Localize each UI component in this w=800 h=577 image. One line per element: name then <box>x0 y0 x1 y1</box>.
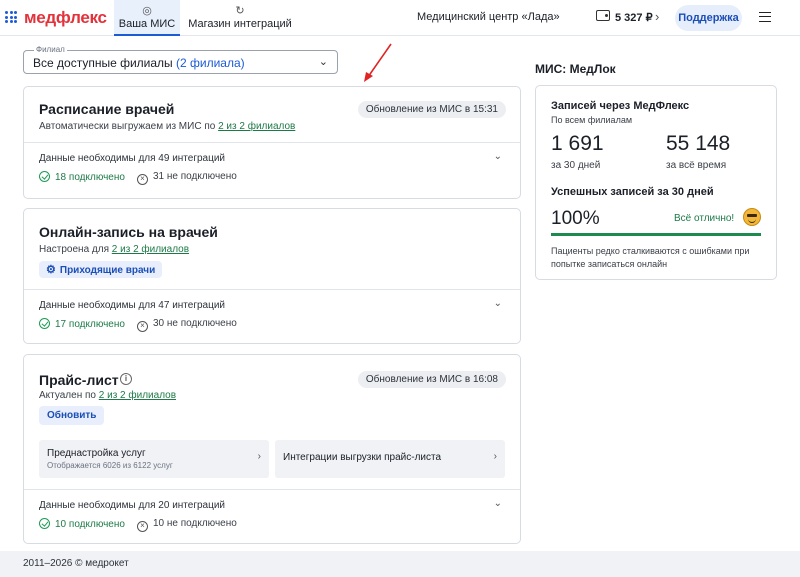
balance-value[interactable]: 5 327 ₽ <box>615 11 653 24</box>
branch-count: (2 филиала) <box>176 56 245 70</box>
chevron-down-icon[interactable]: ⌄ <box>494 298 502 309</box>
sub-card-title: Интеграции выгрузки прайс-листа <box>283 452 442 463</box>
connected-text: 10 подключено <box>55 519 125 530</box>
card-title: Онлайн-запись на врачей <box>39 224 218 240</box>
sub-card-title: Преднастройка услуг <box>47 448 146 459</box>
not-connected-text: 10 не подключено <box>153 518 237 529</box>
branch-value: Все доступные филиалы <box>33 56 173 70</box>
sub-card-subtitle: Отображается 6026 из 6122 услуг <box>47 461 173 470</box>
check-circle-icon <box>39 518 50 529</box>
divider <box>24 142 520 143</box>
gear-icon: ⚙ <box>46 264 56 276</box>
chevron-down-icon[interactable]: ⌄ <box>494 151 502 162</box>
mis-title: МИС: МедЛок <box>535 62 616 76</box>
support-button[interactable]: Поддержка <box>675 5 742 31</box>
top-header: медфлекс ◎ Ваша МИС ↻ Магазин интеграций… <box>0 0 800 36</box>
target-icon: ◎ <box>142 5 152 17</box>
refresh-button[interactable]: Обновить <box>39 406 105 425</box>
chevron-right-icon[interactable]: › <box>655 9 659 24</box>
service-presetup-card[interactable]: Преднастройка услуг Отображается 6026 из… <box>39 440 269 478</box>
branches-link[interactable]: 2 из 2 филиалов <box>218 121 295 132</box>
branches-link[interactable]: 2 из 2 филиалов <box>112 244 189 255</box>
x-circle-icon: × <box>137 321 148 332</box>
month-bookings-label: за 30 дней <box>551 160 601 171</box>
card-subtitle: Настроена для 2 из 2 филиалов <box>39 244 189 255</box>
footer: 2011–2026 © медрокет <box>0 551 800 577</box>
tab-integration-store[interactable]: ↻ Магазин интеграций <box>183 0 297 36</box>
total-bookings-label: за всё время <box>666 160 727 171</box>
tab-your-mis[interactable]: ◎ Ваша МИС <box>114 0 180 36</box>
connected-text: 17 подключено <box>55 319 125 330</box>
tab-label: Ваша МИС <box>118 18 176 30</box>
connected-text: 18 подключено <box>55 172 125 183</box>
connected-count: 17 подключено <box>39 318 125 330</box>
branch-select[interactable]: Все доступные филиалы (2 филиала) ⌄ <box>23 50 338 74</box>
update-badge: Обновление из МИС в 16:08 <box>357 371 506 388</box>
update-badge: Обновление из МИС в 15:31 <box>357 101 506 118</box>
integrations-needed: Данные необходимы для 49 интеграций <box>39 153 226 164</box>
connected-count: 10 подключено <box>39 518 125 530</box>
not-connected-count: × 10 не подключено <box>137 518 237 532</box>
success-heading: Успешных записей за 30 дней <box>551 186 714 198</box>
chevron-right-icon: › <box>493 451 497 462</box>
logo[interactable]: медфлекс <box>24 8 107 28</box>
integrations-needed: Данные необходимы для 47 интеграций <box>39 300 226 311</box>
cool-face-emoji-icon <box>743 208 761 226</box>
connected-count: 18 подключено <box>39 171 125 183</box>
apps-grid-icon[interactable] <box>5 11 17 23</box>
branch-label: Филиал <box>34 45 67 54</box>
x-circle-icon: × <box>137 174 148 185</box>
wallet-icon <box>596 10 610 21</box>
price-list-card: Прайс-лист i Обновление из МИС в 16:08 А… <box>23 354 521 544</box>
integrations-needed: Данные необходимы для 20 интеграций <box>39 500 226 511</box>
chevron-right-icon: › <box>257 451 261 462</box>
stats-heading: Записей через МедФлекс <box>551 100 690 112</box>
chevron-down-icon[interactable]: ⌄ <box>494 498 502 509</box>
divider <box>24 489 520 490</box>
booking-stats-card: Записей через МедФлекс По всем филиалам … <box>535 85 777 280</box>
subtitle-text: Актуален по <box>39 390 96 401</box>
menu-icon[interactable] <box>759 12 771 22</box>
visiting-doctors-button[interactable]: ⚙ Приходящие врачи <box>39 261 163 278</box>
success-note: Пациенты редко сталкиваются с ошибками п… <box>551 246 750 269</box>
not-connected-count: × 30 не подключено <box>137 318 237 332</box>
card-title: Прайс-лист <box>39 372 119 388</box>
subtitle-text: Автоматически выгружаем из МИС по <box>39 121 216 132</box>
subtitle-text: Настроена для <box>39 244 109 255</box>
not-connected-text: 31 не подключено <box>153 171 237 182</box>
card-subtitle: Автоматически выгружаем из МИС по 2 из 2… <box>39 121 295 132</box>
button-label: Приходящие врачи <box>59 265 156 276</box>
stats-subheading: По всем филиалам <box>551 115 633 125</box>
copyright: 2011–2026 © медрокет <box>23 558 129 569</box>
annotation-arrow-icon <box>364 43 392 82</box>
success-status: Всё отлично! <box>674 213 735 224</box>
check-circle-icon <box>39 318 50 329</box>
success-percent: 100% <box>551 208 600 229</box>
x-circle-icon: × <box>137 521 148 532</box>
success-progress-fill <box>551 233 761 236</box>
clinic-name[interactable]: Медицинский центр «Лада» <box>417 11 560 23</box>
info-icon[interactable]: i <box>120 373 132 385</box>
not-connected-count: × 31 не подключено <box>137 171 237 185</box>
divider <box>24 289 520 290</box>
success-progress-bar <box>551 233 761 236</box>
card-title: Расписание врачей <box>39 101 175 117</box>
schedule-card: Расписание врачей Обновление из МИС в 15… <box>23 86 521 199</box>
tab-label: Магазин интеграций <box>188 18 292 30</box>
chevron-down-icon: ⌄ <box>318 56 328 68</box>
online-booking-card: Онлайн-запись на врачей Настроена для 2 … <box>23 208 521 344</box>
total-bookings-value: 55 148 <box>666 132 731 155</box>
branches-link[interactable]: 2 из 2 филиалов <box>99 390 176 401</box>
refresh-icon: ↻ <box>235 5 245 17</box>
not-connected-text: 30 не подключено <box>153 318 237 329</box>
check-circle-icon <box>39 171 50 182</box>
card-subtitle: Актуален по 2 из 2 филиалов <box>39 390 176 401</box>
month-bookings-value: 1 691 <box>551 132 604 155</box>
price-export-integrations-card[interactable]: Интеграции выгрузки прайс-листа › <box>275 440 505 478</box>
